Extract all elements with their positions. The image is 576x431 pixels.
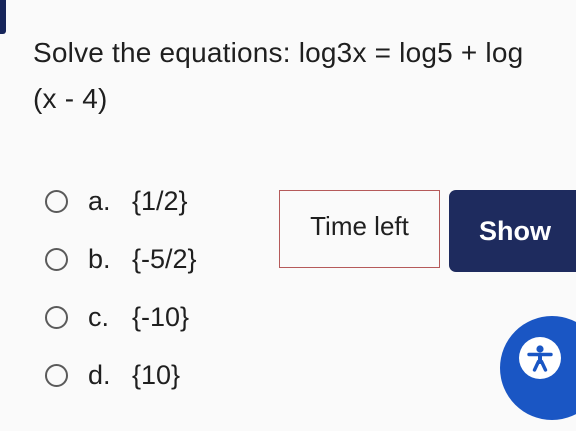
time-left-label: Time left: [310, 211, 409, 241]
question-text: Solve the equations: log3x = log5 + log …: [33, 37, 524, 114]
option-d[interactable]: d. {10}: [45, 360, 197, 390]
option-c-letter: c.: [88, 301, 110, 332]
option-c-value: {-10}: [132, 301, 190, 332]
top-edge-marker: [0, 0, 6, 34]
option-a[interactable]: a. {1/2}: [45, 186, 197, 216]
option-a-value: {1/2}: [132, 185, 188, 216]
accessibility-button[interactable]: [500, 316, 576, 420]
option-d-radio[interactable]: [45, 363, 68, 387]
option-c-radio[interactable]: [45, 305, 68, 329]
option-c[interactable]: c. {-10}: [45, 302, 197, 332]
option-a-letter: a.: [88, 185, 111, 216]
option-d-letter: d.: [88, 359, 111, 390]
option-b-value: {-5/2}: [132, 243, 197, 274]
time-left-box: Time left: [279, 190, 440, 268]
accessibility-person-icon: [519, 337, 561, 379]
option-b-radio[interactable]: [45, 247, 68, 271]
show-timer-button[interactable]: Show: [449, 190, 576, 272]
option-d-value: {10}: [132, 359, 181, 390]
answer-options: a. {1/2} b. {-5/2} c. {-10} d. {10}: [45, 186, 197, 418]
option-b-letter: b.: [88, 243, 111, 274]
option-a-radio[interactable]: [45, 189, 68, 213]
option-b[interactable]: b. {-5/2}: [45, 244, 197, 274]
show-button-label: Show: [479, 215, 551, 246]
